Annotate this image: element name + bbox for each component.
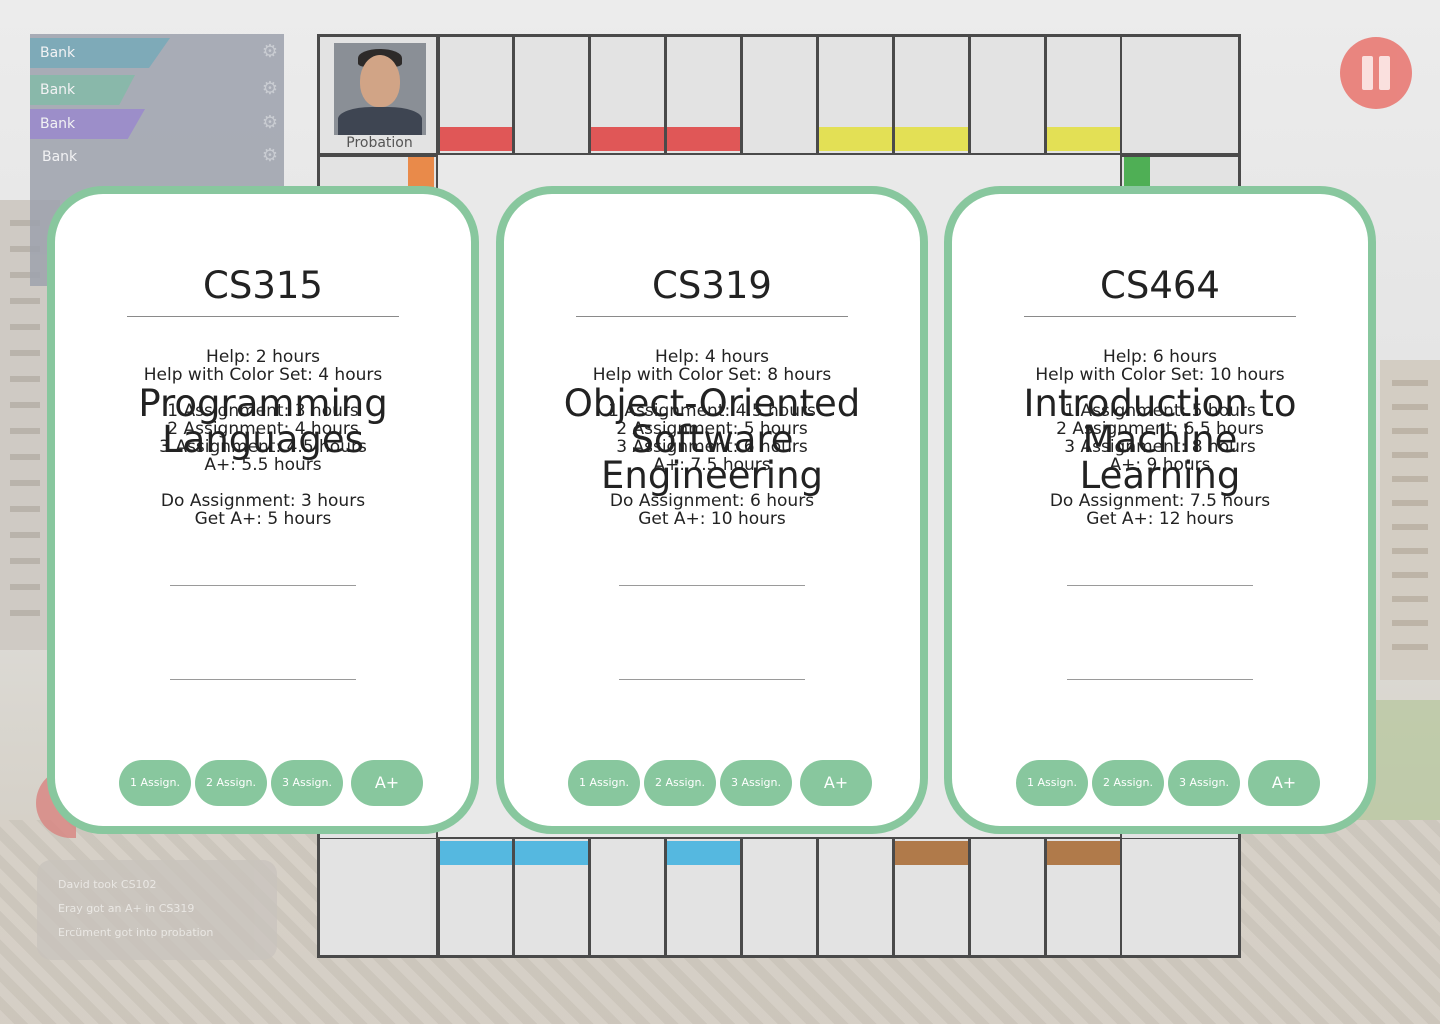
gear-icon[interactable]: ⚙: [262, 112, 278, 133]
course-info-help: Help: 2 hours: [206, 347, 320, 367]
gear-icon[interactable]: ⚙: [262, 41, 278, 62]
course-card: CS315 Programming Languages Help: 2 hours He…: [47, 186, 479, 834]
course-info-do: Do Assignment: 7.5 hours: [1049, 491, 1271, 511]
property-color-band: [895, 127, 968, 151]
log-entry: Ercüment got into probation: [58, 926, 214, 939]
property-color-band: [515, 841, 588, 865]
board-corner-probation[interactable]: Probation: [320, 37, 436, 153]
corner-label: Probation: [346, 135, 413, 151]
divider: [619, 585, 805, 586]
board-cell[interactable]: [971, 839, 1044, 955]
aplus-button[interactable]: A+: [800, 760, 872, 806]
property-color-band: [440, 127, 512, 151]
divider: [1067, 585, 1253, 586]
divider: [127, 316, 399, 317]
property-color-band: [1047, 127, 1120, 151]
course-code: CS319: [652, 264, 772, 307]
course-info-aplus: A+: 5.5 hours: [204, 455, 322, 475]
gear-icon[interactable]: ⚙: [262, 145, 278, 166]
assign-1-button[interactable]: 1 Assign.: [1016, 760, 1088, 806]
board-cell[interactable]: [819, 839, 892, 955]
gear-icon[interactable]: ⚙: [262, 78, 278, 99]
property-color-band: [667, 841, 740, 865]
assign-3-button[interactable]: 3 Assign.: [1168, 760, 1240, 806]
divider: [619, 679, 805, 680]
assign-3-button[interactable]: 3 Assign.: [271, 760, 343, 806]
course-info-get: Get A+: 12 hours: [1086, 509, 1234, 529]
divider: [170, 679, 356, 680]
course-info-help-set: Help with Color Set: 8 hours: [592, 365, 832, 385]
course-info-help: Help: 6 hours: [1103, 347, 1217, 367]
log-entry: David took CS102: [58, 878, 157, 891]
player-row[interactable]: Bank ⚙: [30, 142, 284, 172]
player-row[interactable]: Bank ⚙: [30, 109, 284, 139]
divider: [1024, 316, 1296, 317]
course-info-a2: 2 Assignment: 5 hours: [616, 419, 808, 439]
assign-2-button[interactable]: 2 Assign.: [644, 760, 716, 806]
aplus-button[interactable]: A+: [1248, 760, 1320, 806]
assign-2-button[interactable]: 2 Assign.: [1092, 760, 1164, 806]
course-card: CS464 Introduction to Machine Learning Help:…: [944, 186, 1376, 834]
property-color-band: [440, 841, 512, 865]
property-color-band: [895, 841, 968, 865]
activity-log: David took CS102 Eray got an A+ in CS319…: [37, 860, 277, 960]
course-info-get: Get A+: 5 hours: [194, 509, 332, 529]
player-label: Bank: [40, 82, 76, 98]
property-color-band: [819, 127, 892, 151]
player-label: Bank: [40, 45, 76, 61]
course-info-a3: 3 Assignment: 8 hours: [1064, 437, 1256, 457]
assign-2-button[interactable]: 2 Assign.: [195, 760, 267, 806]
player-portrait: [334, 43, 426, 135]
board-corner[interactable]: [1122, 37, 1238, 153]
assign-1-button[interactable]: 1 Assign.: [568, 760, 640, 806]
player-row[interactable]: Bank ⚙: [30, 38, 284, 68]
aplus-button[interactable]: A+: [351, 760, 423, 806]
player-label: Bank: [40, 116, 76, 132]
course-info-a3: 3 Assignment: 6 hours: [616, 437, 808, 457]
log-entry: Eray got an A+ in CS319: [58, 902, 195, 915]
player-row[interactable]: Bank ⚙: [30, 75, 284, 105]
course-info-aplus: A+: 9 hours: [1109, 455, 1211, 475]
course-info-help-set: Help with Color Set: 10 hours: [1035, 365, 1285, 385]
course-info-help-set: Help with Color Set: 4 hours: [143, 365, 383, 385]
course-info-help: Help: 4 hours: [655, 347, 769, 367]
course-code: CS464: [1100, 264, 1220, 307]
board-cell[interactable]: [515, 37, 588, 153]
course-info-do: Do Assignment: 6 hours: [609, 491, 815, 511]
board-cell[interactable]: [591, 839, 664, 955]
course-info-a2: 2 Assignment: 6.5 hours: [1056, 419, 1264, 439]
property-color-band: [591, 127, 664, 151]
pause-button[interactable]: [1340, 37, 1412, 109]
course-code: CS315: [203, 264, 323, 307]
board-cell[interactable]: [743, 37, 816, 153]
course-info-do: Do Assignment: 3 hours: [160, 491, 366, 511]
course-info-a1: 1 Assignment: 3 hours: [167, 401, 359, 421]
course-info-get: Get A+: 10 hours: [638, 509, 786, 529]
course-info-a1: 1 Assignment: 5 hours: [1064, 401, 1256, 421]
property-color-band: [1047, 841, 1120, 865]
player-label: Bank: [42, 149, 78, 165]
course-info-a3: 3 Assignment: 4.5 hours: [159, 437, 367, 457]
divider: [1067, 679, 1253, 680]
assign-3-button[interactable]: 3 Assign.: [720, 760, 792, 806]
course-card: CS319 Object-Oriented Software Engineering H…: [496, 186, 928, 834]
board-cell[interactable]: [743, 839, 816, 955]
divider: [576, 316, 848, 317]
course-info-a2: 2 Assignment: 4 hours: [167, 419, 359, 439]
divider: [170, 585, 356, 586]
course-info-a1: 1 Assignment: 4.5 hours: [608, 401, 816, 421]
board-corner[interactable]: [320, 839, 436, 955]
course-info-aplus: A+: 7.5 hours: [653, 455, 771, 475]
board-cell[interactable]: [971, 37, 1044, 153]
board-corner[interactable]: [1122, 839, 1238, 955]
property-color-band: [667, 127, 740, 151]
assign-1-button[interactable]: 1 Assign.: [119, 760, 191, 806]
background-building: [1380, 360, 1440, 680]
